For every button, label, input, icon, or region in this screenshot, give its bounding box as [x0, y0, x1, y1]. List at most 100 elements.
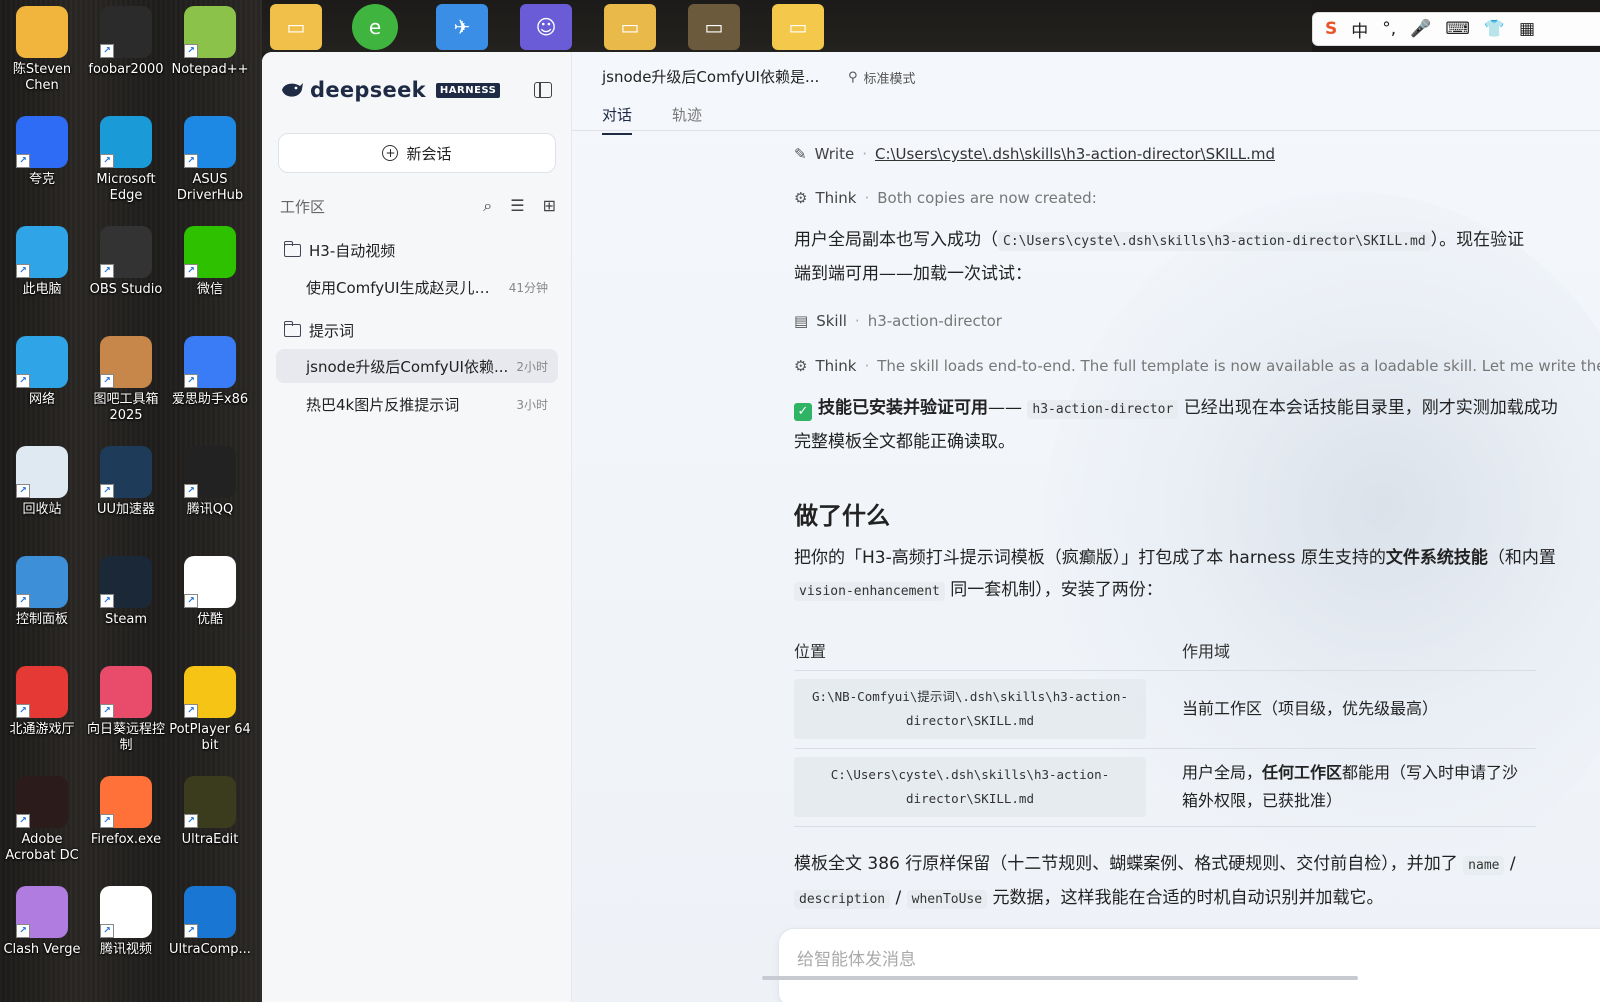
text: 同一套机制），安装了两份：: [950, 580, 1163, 600]
tool-step-think[interactable]: ⚙ Think · Both copies are now created:: [794, 189, 1097, 207]
desktop-shortcut[interactable]: ↗ Adobe Acrobat DC: [0, 772, 84, 882]
desktop-shortcut[interactable]: ↗ UltraComp...: [168, 882, 252, 992]
desktop-shortcut[interactable]: ↗ 腾讯QQ: [168, 442, 252, 552]
ime-button[interactable]: 👕: [1484, 19, 1505, 39]
path-code: C:\Users\cyste\.dsh\skills\h3-action- di…: [794, 757, 1146, 817]
separator-dot: ·: [854, 312, 860, 330]
folder-icon[interactable]: ▭: [604, 4, 656, 50]
conversation-item[interactable]: 热巴4k图片反推提示词 3小时: [276, 387, 558, 421]
quark-icon: ↗: [16, 116, 68, 168]
text: 箱外权限，已获批准）: [1182, 791, 1343, 810]
bold-text: 文件系统技能: [1385, 548, 1488, 568]
desktop-shortcut[interactable]: ↗ PotPlayer 64 bit: [168, 662, 252, 772]
i4-icon: ↗: [184, 336, 236, 388]
ime-button[interactable]: 🎤: [1410, 19, 1431, 39]
workspace-header: 工作区 ⌕ ☰ ⊞: [280, 194, 556, 218]
shortcut-arrow-icon: ↗: [16, 374, 30, 388]
new-chat-button[interactable]: + 新会话: [278, 133, 556, 173]
shortcut-arrow-icon: ↗: [184, 814, 198, 828]
ime-button[interactable]: 中: [1351, 17, 1368, 42]
shortcut-label: 网络: [28, 392, 55, 407]
conversation-item[interactable]: 使用ComfyUI生成赵灵儿大... 41分钟: [276, 270, 558, 304]
main-panel: jsnode升级后ComfyUI依赖是... ⚲ 标准模式 对话 轨迹 ✎ Wr…: [572, 52, 1600, 1002]
ime-button[interactable]: S: [1325, 19, 1337, 39]
desktop-shortcut[interactable]: ↗ ASUS DriverHub: [168, 112, 252, 222]
new-folder-icon[interactable]: ⊞: [543, 196, 556, 216]
folder-icon[interactable]: ▭: [688, 4, 740, 50]
desktop-shortcut[interactable]: 陈Steven Chen: [0, 2, 84, 112]
desktop-shortcut[interactable]: ↗ 微信: [168, 222, 252, 332]
notepad-icon: ↗: [184, 6, 236, 58]
desktop-shortcut[interactable]: ↗ OBS Studio: [84, 222, 168, 332]
ime-button[interactable]: ⌨: [1445, 19, 1470, 39]
desktop-shortcut[interactable]: ↗ 优酷: [168, 552, 252, 662]
desktop-shortcut[interactable]: ↗ foobar2000: [84, 2, 168, 112]
shortcut-arrow-icon: ↗: [184, 264, 198, 278]
desktop-shortcut[interactable]: ↗ 回收站: [0, 442, 84, 552]
mode-indicator[interactable]: ⚲ 标准模式: [848, 68, 916, 87]
desktop-shortcut[interactable]: ↗ 腾讯视频: [84, 882, 168, 992]
desktop-shortcut[interactable]: ↗ UU加速器: [84, 442, 168, 552]
message-composer[interactable]: 给智能体发消息: [778, 928, 1600, 1002]
desktop-shortcut[interactable]: ↗ 图吧工具箱 2025: [84, 332, 168, 442]
desktop-shortcut[interactable]: ↗ 夸克: [0, 112, 84, 222]
workspace-label: 工作区: [280, 197, 326, 216]
document-icon: ▤: [794, 312, 809, 330]
filter-icon[interactable]: ☰: [510, 196, 524, 216]
shortcut-label: Steam: [105, 612, 147, 627]
ime-button[interactable]: ▦: [1519, 19, 1535, 39]
shortcut-arrow-icon: ↗: [184, 154, 198, 168]
ime-toolbar[interactable]: S 中 °, 🎤 ⌨ 👕 ▦: [1312, 12, 1600, 46]
sidebar-toggle-icon[interactable]: [534, 82, 552, 98]
foobar-icon: ↗: [100, 6, 152, 58]
desktop-shortcut[interactable]: ↗ Clash Verge: [0, 882, 84, 992]
desktop-shortcut[interactable]: ↗ 网络: [0, 332, 84, 442]
folder-icon[interactable]: ▭: [772, 4, 824, 50]
shortcut-label: UltraEdit: [181, 832, 239, 847]
app-icon[interactable]: ☺: [520, 4, 572, 50]
folder-h3[interactable]: H3-自动视频: [283, 240, 395, 261]
desktop-shortcut[interactable]: ↗ Microsoft Edge: [84, 112, 168, 222]
horizontal-scrollbar[interactable]: [762, 976, 1358, 980]
inline-code: h3-action-director: [1027, 400, 1179, 419]
recycle-bin-icon: ↗: [16, 446, 68, 498]
inline-code: description: [794, 890, 891, 909]
desktop-shortcut[interactable]: ↗ 北通游戏厅: [0, 662, 84, 772]
desktop-shortcut[interactable]: ↗ Firefox.exe: [84, 772, 168, 882]
user-folder-icon: [16, 6, 68, 58]
shortcut-label: 微信: [196, 282, 223, 297]
text: 把你的「H3-高频打斗提示词模板（疯癫版）」打包成了本 harness 原生支持…: [794, 548, 1386, 568]
conversation-item-active[interactable]: jsnode升级后ComfyUI依赖... 2小时: [276, 349, 558, 383]
header-divider: [572, 130, 1600, 131]
gear-icon: ↗: [184, 116, 236, 168]
desktop-shortcut[interactable]: ↗ Steam: [84, 552, 168, 662]
shortcut-arrow-icon: ↗: [184, 594, 198, 608]
shortcut-label: 爱思助手x86: [171, 392, 249, 407]
bold-text: 任何工作区: [1262, 763, 1343, 782]
shortcut-arrow-icon: ↗: [16, 154, 30, 168]
tool-step-think[interactable]: ⚙ Think · The skill loads end-to-end. Th…: [794, 357, 1600, 375]
desktop-shortcut[interactable]: ↗ 控制面板: [0, 552, 84, 662]
conversation-time: 3小时: [516, 397, 548, 412]
desktop-shortcut[interactable]: ↗ 此电脑: [0, 222, 84, 332]
shortcut-label: 此电脑: [22, 282, 62, 297]
desktop-shortcut[interactable]: ↗ UltraEdit: [168, 772, 252, 882]
shortcut-arrow-icon: ↗: [16, 814, 30, 828]
feishu-icon[interactable]: ✈: [436, 4, 488, 50]
desktop-shortcut[interactable]: ↗ 爱思助手x86: [168, 332, 252, 442]
ime-button[interactable]: °,: [1382, 19, 1396, 39]
search-icon[interactable]: ⌕: [483, 196, 492, 216]
tool-step-skill[interactable]: ▤ Skill · h3-action-director: [794, 312, 1002, 330]
folder-icon[interactable]: ▭: [270, 4, 322, 50]
tool-step-write[interactable]: ✎ Write · C:\Users\cyste\.dsh\skills\h3-…: [794, 145, 1275, 163]
step-detail[interactable]: C:\Users\cyste\.dsh\skills\h3-action-dir…: [875, 145, 1275, 163]
desktop-shortcut[interactable]: ↗ Notepad++: [168, 2, 252, 112]
acrobat-icon: ↗: [16, 776, 68, 828]
shortcut-label: Firefox.exe: [90, 832, 162, 847]
shortcut-arrow-icon: ↗: [16, 924, 30, 938]
desktop-shortcut[interactable]: ↗ 向日葵远程控 制: [84, 662, 168, 772]
folder-prompts[interactable]: 提示词: [283, 320, 354, 341]
shortcut-label: 向日葵远程控 制: [86, 722, 165, 753]
ie-icon[interactable]: e: [352, 4, 398, 50]
conversation-time: 2小时: [516, 359, 548, 374]
